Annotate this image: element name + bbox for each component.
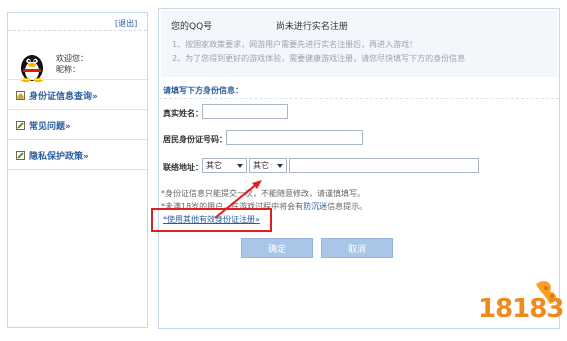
watermark-text: 18183 [478,294,564,324]
